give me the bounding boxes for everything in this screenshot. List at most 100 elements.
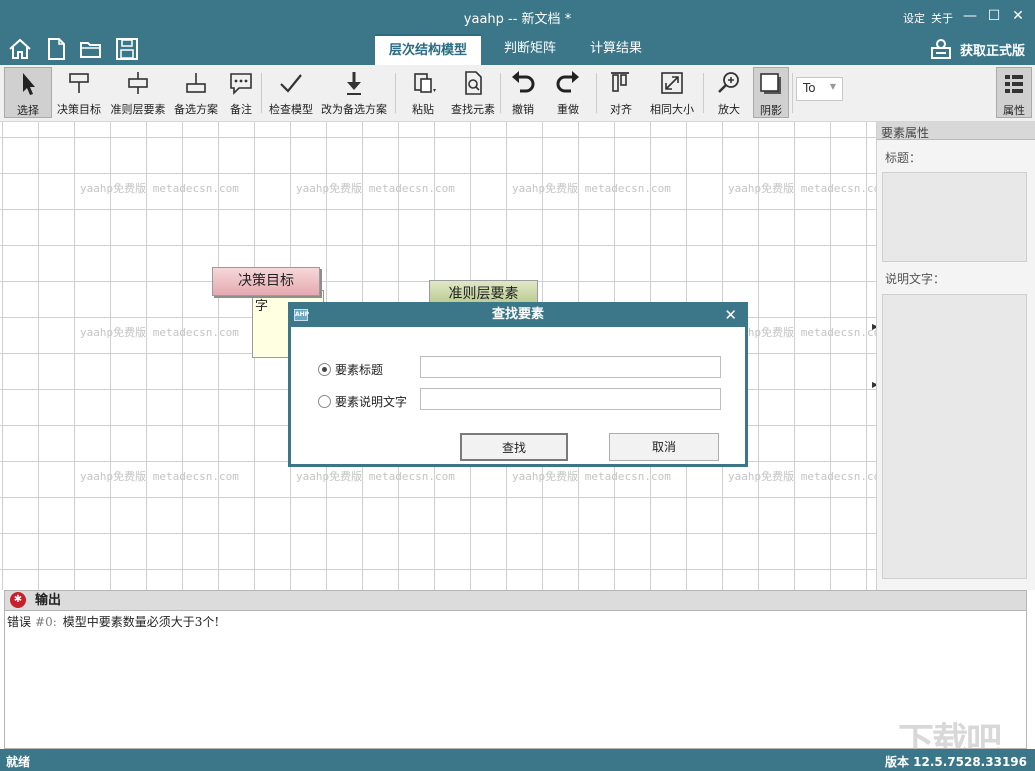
- new-document-icon[interactable]: [43, 37, 69, 61]
- properties-panel: 要素属性 标题： 说明文字：: [876, 122, 1035, 590]
- watermark-text: yaahp免费版 metadecsn.com: [80, 470, 239, 483]
- paste-tool[interactable]: 粘贴: [403, 67, 443, 118]
- zoom-in-icon: [718, 72, 739, 93]
- description-label: 说明文字：: [885, 272, 946, 286]
- undo-icon: [512, 71, 535, 93]
- desc-search-input[interactable]: [420, 388, 721, 410]
- title-field[interactable]: [882, 172, 1027, 262]
- shadow-icon: [760, 73, 781, 94]
- shadow-toggle[interactable]: 阴影: [753, 67, 789, 118]
- open-folder-icon[interactable]: [78, 37, 104, 61]
- find-element-label: 查找元素: [451, 103, 495, 116]
- undo-label: 撤销: [512, 103, 534, 116]
- watermark-text: yaahp免费版 metadecsn.com: [728, 326, 876, 339]
- tab-hierarchy-model[interactable]: 层次结构模型: [375, 34, 482, 65]
- tab-calc-results[interactable]: 计算结果: [576, 34, 656, 65]
- cancel-button[interactable]: 取消: [609, 433, 719, 461]
- home-icon[interactable]: [7, 37, 33, 61]
- align-label: 对齐: [610, 103, 632, 116]
- minimize-button[interactable]: —: [958, 5, 982, 27]
- select-tool-label: 选择: [17, 104, 39, 117]
- watermark-text: yaahp免费版 metadecsn.com: [296, 182, 455, 195]
- properties-header: 要素属性: [877, 122, 1035, 140]
- status-text: 就绪: [6, 755, 31, 769]
- output-panel[interactable]: 错误 #0: 模型中要素数量必须大于3个!: [4, 611, 1027, 749]
- comment-bubble-icon: [230, 73, 252, 95]
- paste-label: 粘贴: [412, 103, 434, 116]
- error-code: #0:: [35, 615, 57, 629]
- goal-tool[interactable]: 决策目标: [54, 67, 104, 118]
- criterion-tool[interactable]: 准则层要素: [107, 67, 169, 118]
- version-text: 版本 12.5.7528.33196: [884, 755, 1027, 769]
- title-search-input[interactable]: [420, 356, 721, 378]
- find-element-tool[interactable]: 查找元素: [449, 67, 497, 118]
- redo-label: 重做: [557, 103, 579, 116]
- error-prefix: 错误: [7, 615, 32, 629]
- alternative-node-icon: [186, 73, 206, 93]
- note-tool[interactable]: 备注: [225, 67, 257, 118]
- criterion-node-icon: [128, 72, 148, 94]
- get-pro-label: 获取正式版: [959, 43, 1025, 59]
- watermark-text: yaahp免费版 metadecsn.com: [728, 182, 876, 195]
- window-title: yaahp -- 新文档 *: [463, 12, 572, 27]
- title-label: 标题：: [885, 151, 922, 165]
- watermark-text: yaahp免费版 metadecsn.com: [728, 470, 876, 483]
- font-size-select[interactable]: To ▼: [796, 77, 843, 101]
- error-gear-icon: ✱: [10, 592, 26, 608]
- chevron-down-icon: ▼: [829, 82, 836, 91]
- radio-unselected-icon[interactable]: [318, 394, 331, 408]
- option-desc-radio[interactable]: 要素说明文字: [318, 391, 407, 411]
- resize-icon: [661, 72, 683, 94]
- same-size-tool[interactable]: 相同大小: [646, 67, 698, 118]
- option-title-radio[interactable]: 要素标题: [318, 359, 383, 379]
- settings-link[interactable]: 设定: [903, 10, 925, 26]
- dialog-title-bar[interactable]: AHP 查找要素 ✕: [291, 305, 745, 327]
- find-element-dialog: AHP 查找要素 ✕ 要素标题 要素说明文字 查找 取消: [288, 302, 748, 467]
- watermark-text: yaahp免费版 metadecsn.com: [512, 182, 671, 195]
- find-button[interactable]: 查找: [460, 433, 568, 461]
- cursor-arrow-icon: [23, 73, 35, 95]
- error-message: 模型中要素数量必须大于3个!: [62, 615, 220, 629]
- close-button[interactable]: ✕: [1006, 5, 1030, 27]
- properties-list-icon: [1005, 75, 1023, 93]
- watermark-text: yaahp免费版 metadecsn.com: [296, 470, 455, 483]
- redo-tool[interactable]: 重做: [550, 67, 586, 118]
- watermark-text: yaahp免费版 metadecsn.com: [512, 470, 671, 483]
- save-icon[interactable]: [114, 37, 140, 61]
- description-field[interactable]: [882, 294, 1027, 579]
- font-size-value: To: [803, 81, 816, 95]
- undo-tool[interactable]: 撤销: [505, 67, 541, 118]
- tab-judgment-matrix[interactable]: 判断矩阵: [490, 34, 570, 65]
- to-alternative-tool[interactable]: 改为备选方案: [319, 67, 389, 118]
- align-icon: [611, 72, 629, 92]
- app-logo-icon: AHP: [294, 309, 309, 321]
- redo-icon: [556, 71, 579, 93]
- align-tool[interactable]: 对齐: [603, 67, 639, 118]
- toolbar-separator: [395, 73, 396, 113]
- dialog-title: 查找要素: [491, 307, 544, 322]
- paste-clipboard-icon: [414, 73, 436, 93]
- toolbar-separator: [703, 73, 704, 113]
- properties-toggle[interactable]: 属性: [996, 67, 1032, 118]
- option-title-label: 要素标题: [335, 362, 384, 377]
- dialog-close-button[interactable]: ✕: [724, 305, 737, 325]
- goal-node[interactable]: 决策目标: [212, 267, 320, 296]
- properties-label: 属性: [1003, 104, 1025, 117]
- select-tool[interactable]: 选择: [4, 67, 52, 118]
- watermark-text: yaahp免费版 metadecsn.com: [80, 182, 239, 195]
- output-header: 输出: [4, 590, 1027, 611]
- alternative-tool[interactable]: 备选方案: [171, 67, 221, 118]
- check-model-tool[interactable]: 检查模型: [266, 67, 316, 118]
- maximize-button[interactable]: ☐: [982, 5, 1006, 27]
- toolbar-separator: [261, 73, 262, 113]
- radio-selected-icon[interactable]: [318, 362, 331, 376]
- watermark-text: yaahp免费版 metadecsn.com: [80, 326, 239, 339]
- toolbar: 选择 决策目标 准则层要素 备选方案 备注 检查模型 改为备选方案 粘贴 查找元…: [0, 65, 1035, 122]
- about-link[interactable]: 关于: [931, 10, 953, 26]
- note-tool-label: 备注: [230, 103, 252, 116]
- toolbar-separator: [500, 73, 501, 113]
- get-pro-button[interactable]: 获取正式版: [930, 37, 1025, 61]
- license-icon: [930, 39, 951, 59]
- zoom-in-tool[interactable]: 放大: [709, 67, 749, 118]
- option-desc-label: 要素说明文字: [335, 394, 408, 409]
